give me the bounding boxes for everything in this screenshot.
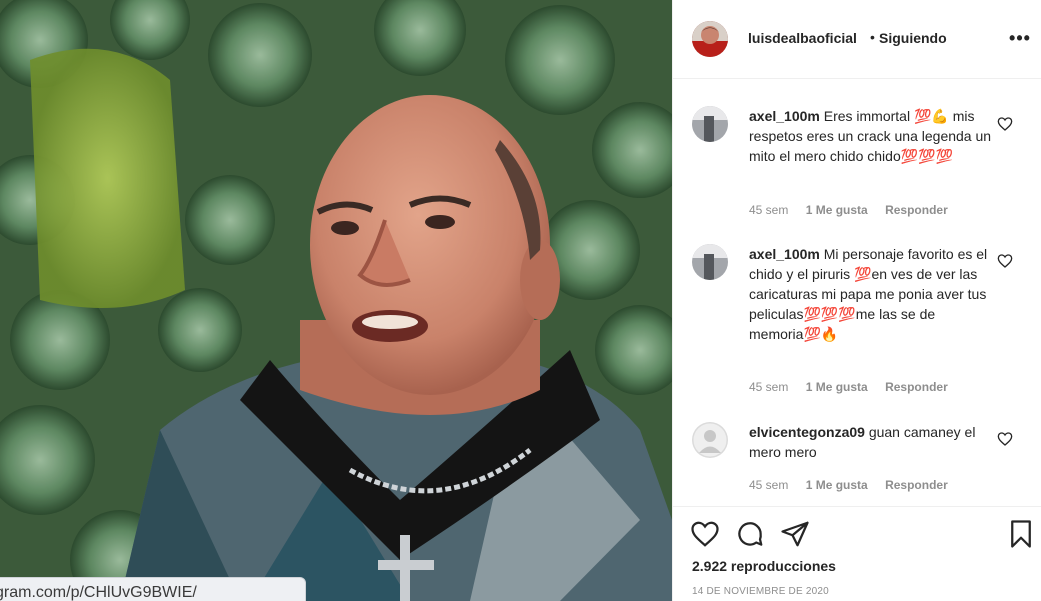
reply-button[interactable]: Responder	[885, 203, 948, 217]
comment-meta: 45 sem 1 Me gusta Responder	[749, 380, 962, 394]
avatar-image	[692, 21, 728, 57]
bookmark-icon[interactable]	[1006, 519, 1036, 549]
post-date[interactable]: 14 DE NOVIEMBRE DE 2020	[692, 586, 829, 597]
post-header: luisdealbaoficial • Siguiendo •••	[673, 0, 1041, 79]
comment-username[interactable]: elvicentegonza09	[749, 424, 865, 440]
more-icon[interactable]: •••	[1007, 26, 1033, 50]
comment-age[interactable]: 45 sem	[749, 380, 788, 394]
share-icon[interactable]	[780, 519, 810, 549]
view-count[interactable]: 2.922 reproducciones	[692, 558, 836, 574]
default-avatar-icon	[692, 422, 728, 458]
following-button[interactable]: Siguiendo	[879, 30, 947, 46]
comment-likes[interactable]: 1 Me gusta	[806, 203, 868, 217]
reply-button[interactable]: Responder	[885, 380, 948, 394]
video-frame-image	[0, 0, 672, 601]
author-username[interactable]: luisdealbaoficial	[748, 30, 857, 46]
commenter-avatar[interactable]	[692, 244, 728, 280]
comment-like-heart-icon[interactable]	[997, 116, 1013, 132]
avatar-image	[692, 244, 728, 280]
commenter-avatar[interactable]	[692, 422, 728, 458]
avatar-image	[692, 106, 728, 142]
comment-username[interactable]: axel_100m	[749, 108, 820, 124]
comment-likes[interactable]: 1 Me gusta	[806, 478, 868, 492]
comment-text-block: elvicentegonza09 guan camaney el mero me…	[749, 422, 995, 462]
author-avatar[interactable]	[692, 21, 728, 57]
comment-icon[interactable]	[735, 519, 765, 549]
heart-icon[interactable]	[690, 519, 720, 549]
comment-likes[interactable]: 1 Me gusta	[806, 380, 868, 394]
comment-like-heart-icon[interactable]	[997, 431, 1013, 447]
post-panel: luisdealbaoficial • Siguiendo ••• axel_1…	[672, 0, 1041, 601]
comment-meta: 45 sem 1 Me gusta Responder	[749, 478, 962, 492]
comment-username[interactable]: axel_100m	[749, 246, 820, 262]
reply-button[interactable]: Responder	[885, 478, 948, 492]
comment-like-heart-icon[interactable]	[997, 253, 1013, 269]
comment-age[interactable]: 45 sem	[749, 478, 788, 492]
comment-meta: 45 sem 1 Me gusta Responder	[749, 203, 962, 217]
comment-age[interactable]: 45 sem	[749, 203, 788, 217]
url-tooltip: gram.com/p/CHlUvG9BWIE/	[0, 577, 306, 601]
comment-text-block: axel_100m Eres immortal 💯💪 mis respetos …	[749, 106, 995, 166]
separator-dot: •	[870, 29, 875, 45]
commenter-avatar[interactable]	[692, 106, 728, 142]
comment-text-block: axel_100m Mi personaje favorito es el ch…	[749, 244, 995, 344]
post-video[interactable]: gram.com/p/CHlUvG9BWIE/	[0, 0, 672, 601]
